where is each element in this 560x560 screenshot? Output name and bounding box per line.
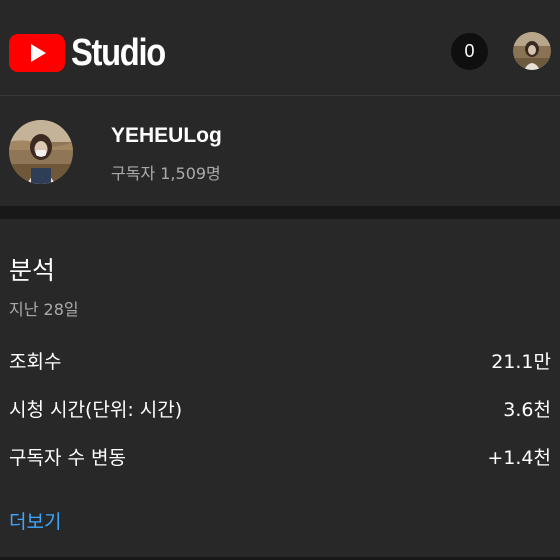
analytics-card: 분석 지난 28일 조회수 21.1만 시청 시간(단위: 시간) 3.6천 구… [0, 219, 560, 560]
metric-label: 조회수 [9, 350, 62, 373]
metric-label: 구독자 수 변동 [9, 446, 126, 469]
youtube-play-icon [9, 34, 65, 72]
metric-value: 3.6천 [503, 398, 551, 421]
metric-row-subscribers: 구독자 수 변동 +1.4천 [9, 441, 551, 471]
logo-wordmark: Studio [71, 32, 166, 74]
metric-row-watch-time: 시청 시간(단위: 시간) 3.6천 [9, 393, 551, 423]
metric-label: 시청 시간(단위: 시간) [9, 398, 183, 421]
channel-avatar-image [9, 120, 73, 184]
section-divider [0, 206, 560, 219]
metric-row-views: 조회수 21.1만 [9, 345, 551, 375]
metric-value: +1.4천 [487, 446, 551, 469]
notification-count-badge[interactable]: 0 [451, 33, 488, 70]
channel-avatar [9, 120, 73, 184]
see-more-link[interactable]: 더보기 [9, 507, 61, 534]
metric-value: 21.1만 [491, 350, 551, 373]
account-avatar[interactable] [513, 32, 551, 70]
studio-logo[interactable]: Studio [9, 33, 180, 73]
channel-name: YEHEULog [111, 124, 222, 147]
account-avatar-image [513, 32, 551, 70]
studio-app: Studio 0 YEHEULog 구독자 1,509명 분석 지난 28일 조… [0, 0, 560, 560]
notification-count: 0 [464, 41, 475, 61]
analytics-period: 지난 28일 [9, 300, 79, 319]
analytics-title: 분석 [9, 256, 56, 285]
top-app-bar: Studio 0 [0, 0, 560, 96]
channel-card[interactable]: YEHEULog 구독자 1,509명 [0, 96, 560, 206]
subscriber-count: 구독자 1,509명 [111, 164, 221, 183]
